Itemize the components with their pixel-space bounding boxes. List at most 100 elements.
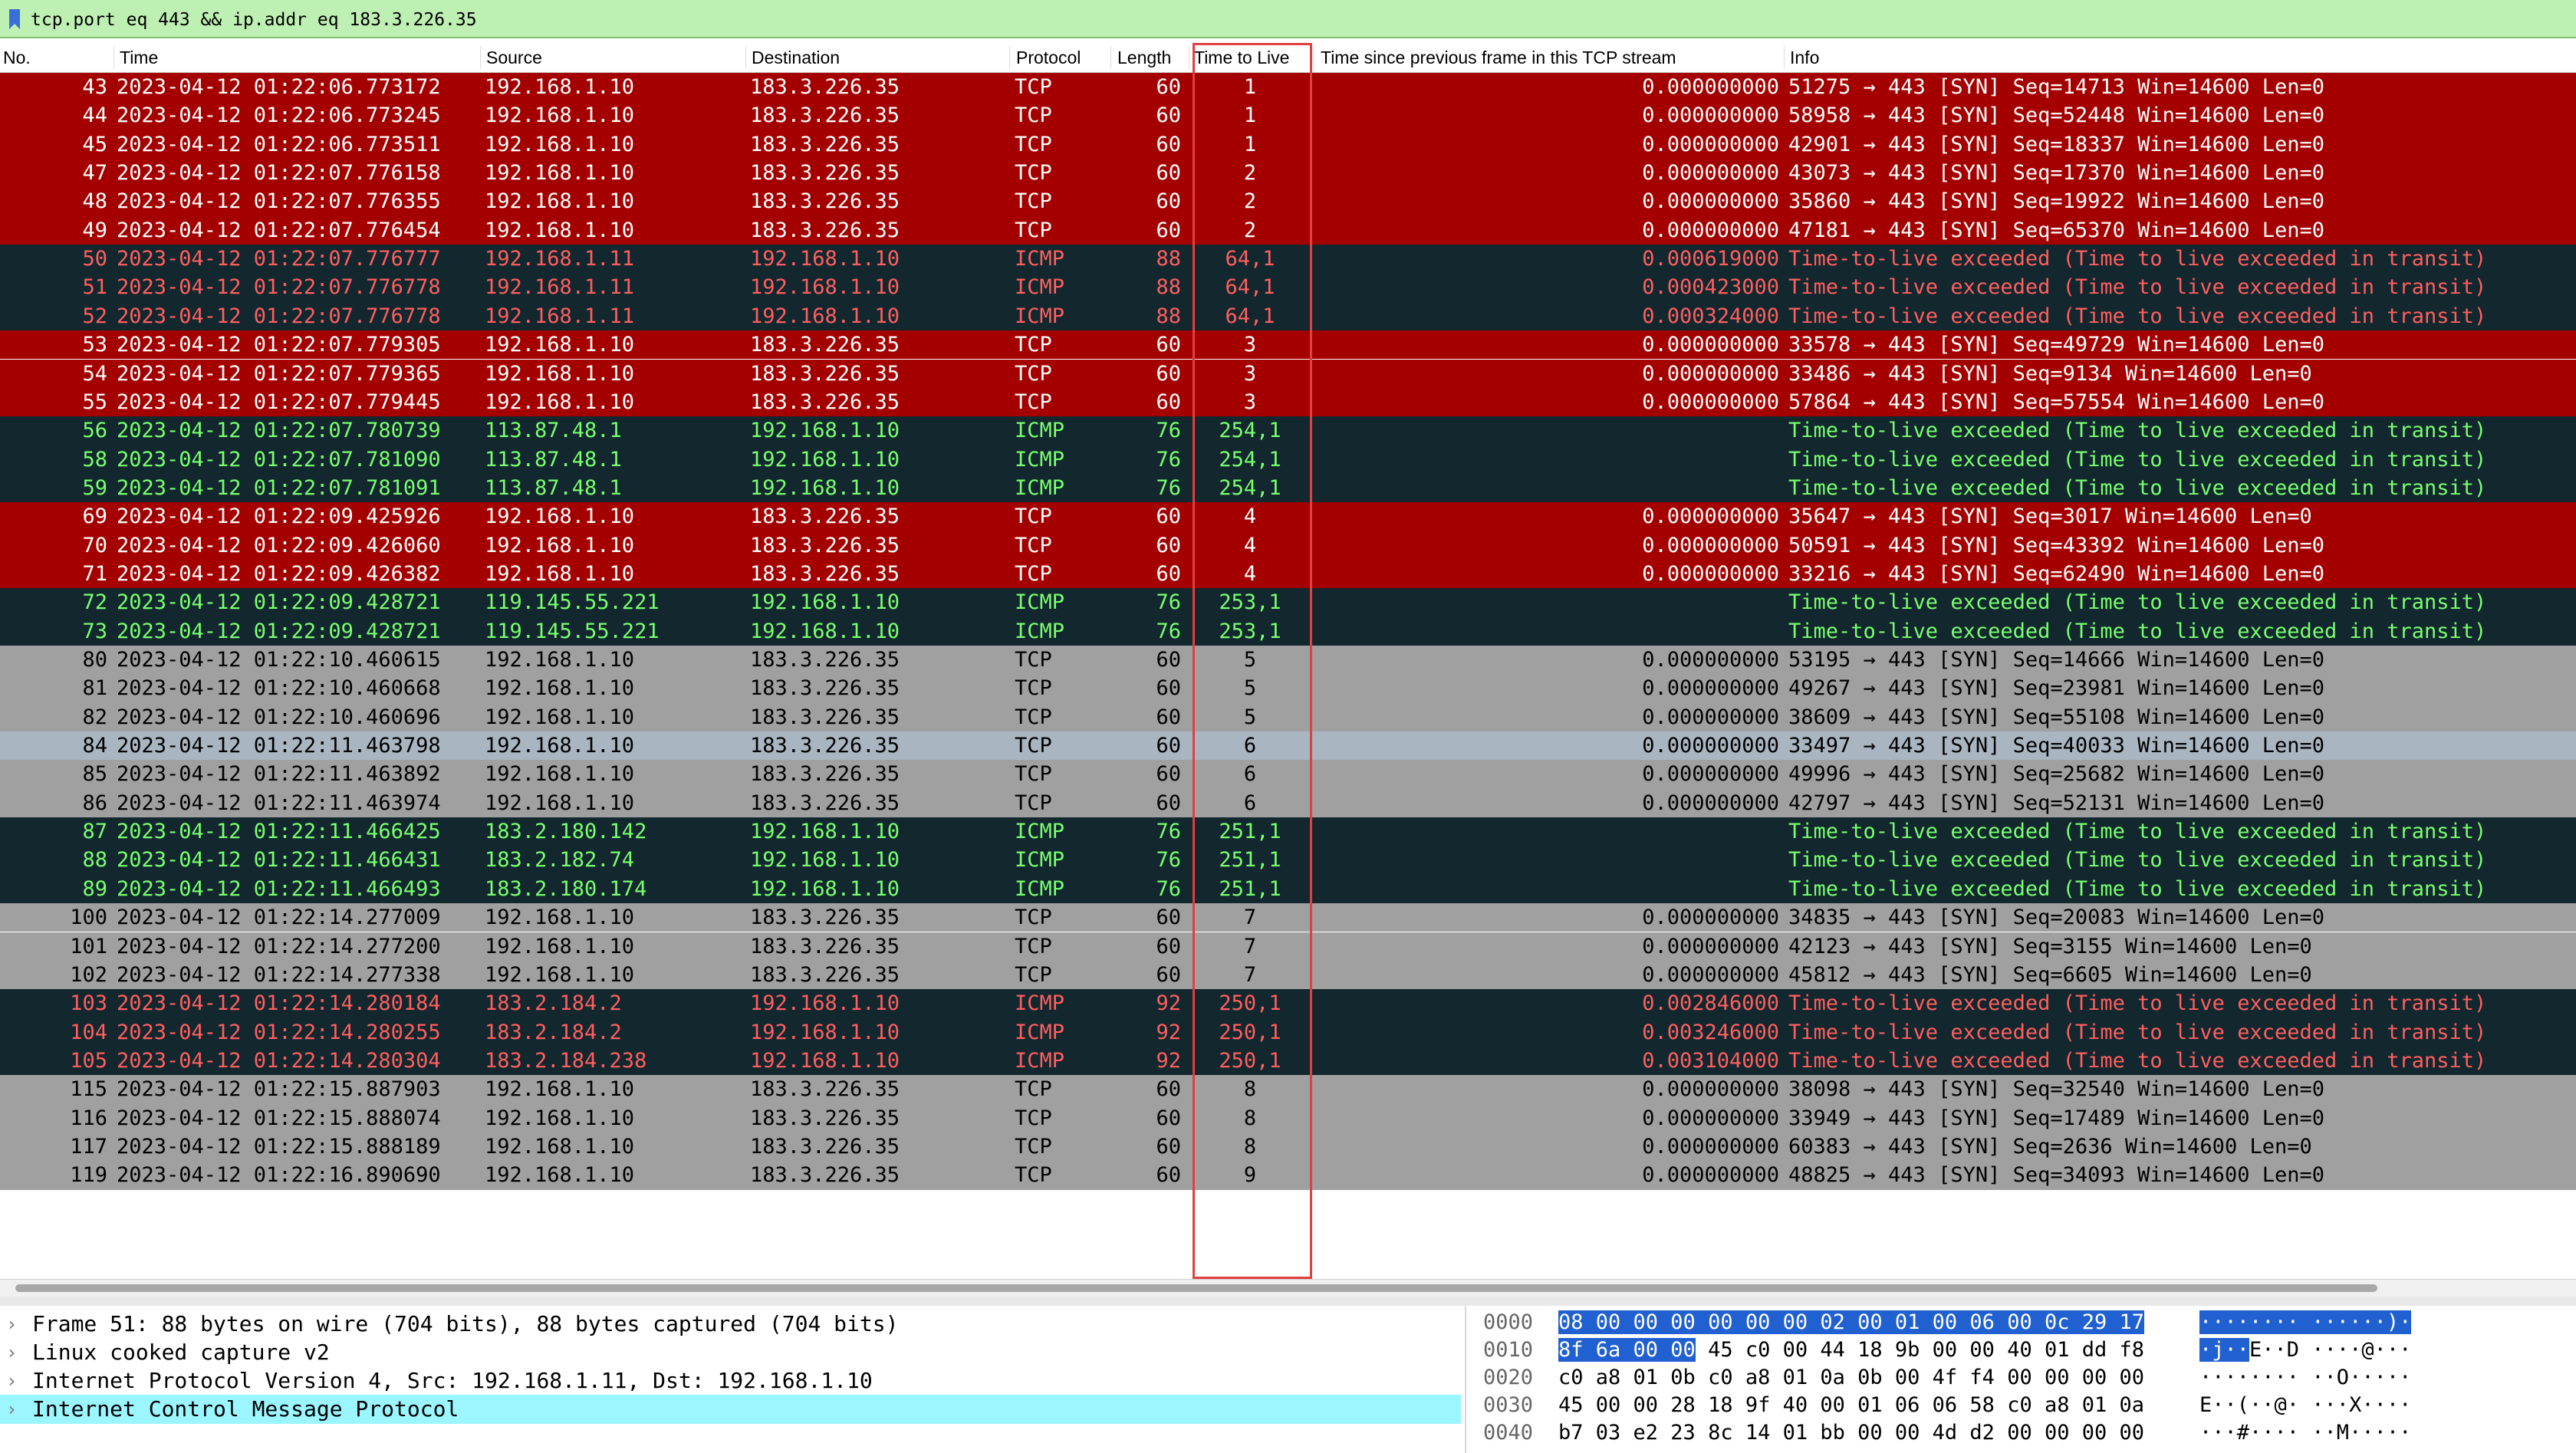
packet-row[interactable]: 102 2023-04-12 01:22:14.277338 192.168.1.1… bbox=[0, 960, 2576, 990]
column-header-no[interactable]: No. bbox=[3, 48, 31, 68]
packet-row[interactable]: 71 2023-04-12 01:22:09.426382 192.168.1.10… bbox=[0, 559, 2576, 589]
ascii-bytes-plain[interactable]: E··D ····@··· bbox=[2249, 1338, 2411, 1362]
cell-length: 76 bbox=[1156, 848, 1181, 873]
cell-destination: 183.3.226.35 bbox=[750, 104, 900, 128]
column-header-protocol[interactable]: Protocol bbox=[1016, 48, 1081, 68]
packet-row[interactable]: 116 2023-04-12 01:22:15.888074 192.168.1.1… bbox=[0, 1103, 2576, 1132]
detail-tree-item[interactable]: › Frame 51: 88 bytes on wire (704 bits), … bbox=[0, 1310, 1461, 1339]
packet-row[interactable]: 52 2023-04-12 01:22:07.776778 192.168.1.11… bbox=[0, 301, 2576, 331]
scrollbar-thumb[interactable] bbox=[15, 1284, 2377, 1292]
packet-row[interactable]: 104 2023-04-12 01:22:14.280255 183.2.184.2… bbox=[0, 1017, 2576, 1047]
packet-row[interactable]: 50 2023-04-12 01:22:07.776777 192.168.1.11… bbox=[0, 245, 2576, 274]
cell-source: 192.168.1.10 bbox=[485, 218, 635, 242]
hex-bytes[interactable]: b7 03 e2 23 8c 14 01 bb 00 00 4d d2 00 0… bbox=[1558, 1419, 2144, 1447]
ascii-bytes[interactable]: ········ ······)· bbox=[2199, 1309, 2412, 1336]
packet-row[interactable]: 80 2023-04-12 01:22:10.460615 192.168.1.10… bbox=[0, 646, 2576, 675]
packet-row[interactable]: 58 2023-04-12 01:22:07.781090 113.87.48.1 1… bbox=[0, 445, 2576, 474]
hex-bytes[interactable]: 45 00 00 28 18 9f 40 00 01 06 06 58 c0 a… bbox=[1558, 1392, 2144, 1419]
packet-row[interactable]: 69 2023-04-12 01:22:09.425926 192.168.1.10… bbox=[0, 502, 2576, 531]
detail-tree-item[interactable]: › Linux cooked capture v2 bbox=[0, 1338, 1461, 1367]
cell-time: 2023-04-12 01:22:07.776777 bbox=[117, 247, 441, 271]
expand-chevron-icon[interactable]: › bbox=[6, 1395, 17, 1424]
packet-row[interactable]: 53 2023-04-12 01:22:07.779305 192.168.1.10… bbox=[0, 330, 2576, 360]
column-header-ttl[interactable]: Time to Live bbox=[1194, 48, 1289, 68]
packet-row[interactable]: 51 2023-04-12 01:22:07.776778 192.168.1.11… bbox=[0, 273, 2576, 302]
hex-bytes-plain[interactable]: b7 03 e2 23 8c 14 01 bb 00 00 4d d2 00 0… bbox=[1558, 1421, 2144, 1445]
packet-row[interactable]: 119 2023-04-12 01:22:16.890690 192.168.1.1… bbox=[0, 1161, 2576, 1190]
display-filter-input[interactable] bbox=[29, 5, 2563, 35]
cell-destination: 183.3.226.35 bbox=[750, 132, 900, 156]
packet-row[interactable]: 59 2023-04-12 01:22:07.781091 113.87.48.1 1… bbox=[0, 473, 2576, 503]
cell-source: 192.168.1.10 bbox=[485, 791, 635, 815]
hex-bytes-highlighted[interactable]: 08 00 00 00 00 00 00 02 00 01 00 06 00 0… bbox=[1558, 1310, 2145, 1334]
packet-row[interactable]: 115 2023-04-12 01:22:15.887903 192.168.1.1… bbox=[0, 1075, 2576, 1104]
cell-time: 2023-04-12 01:22:14.277338 bbox=[117, 962, 441, 987]
ascii-bytes-plain[interactable]: E··(··@· ···X···· bbox=[2199, 1393, 2411, 1417]
bookmark-icon[interactable] bbox=[8, 8, 21, 31]
cell-info: Time-to-live exceeded (Time to live exce… bbox=[1788, 275, 2487, 300]
packet-row[interactable]: 103 2023-04-12 01:22:14.280184 183.2.184.2… bbox=[0, 989, 2576, 1018]
expand-chevron-icon[interactable]: › bbox=[6, 1366, 17, 1395]
packet-row[interactable]: 84 2023-04-12 01:22:11.463798 192.168.1.10… bbox=[0, 731, 2576, 761]
column-header-time-since-previous[interactable]: Time since previous frame in this TCP st… bbox=[1321, 48, 1676, 68]
hex-bytes[interactable]: c0 a8 01 0b c0 a8 01 0a 0b 00 4f f4 00 0… bbox=[1558, 1364, 2144, 1392]
ascii-bytes-plain[interactable]: ········ ··O····· bbox=[2199, 1366, 2411, 1389]
packet-row[interactable]: 44 2023-04-12 01:22:06.773245 192.168.1.10… bbox=[0, 101, 2576, 130]
detail-tree-item[interactable]: › Internet Control Message Protocol bbox=[0, 1395, 1461, 1424]
detail-tree-item[interactable]: › Internet Protocol Version 4, Src: 192.1… bbox=[0, 1366, 1461, 1395]
packet-row[interactable]: 105 2023-04-12 01:22:14.280304 183.2.184.2… bbox=[0, 1046, 2576, 1076]
column-header-info[interactable]: Info bbox=[1790, 48, 1819, 68]
packet-row[interactable]: 117 2023-04-12 01:22:15.888189 192.168.1.1… bbox=[0, 1132, 2576, 1162]
packet-row[interactable]: 48 2023-04-12 01:22:07.776355 192.168.1.10… bbox=[0, 187, 2576, 216]
packet-row[interactable]: 72 2023-04-12 01:22:09.428721 119.145.55.2… bbox=[0, 588, 2576, 617]
packet-row[interactable]: 54 2023-04-12 01:22:07.779365 192.168.1.10… bbox=[0, 359, 2576, 388]
pane-divider[interactable] bbox=[0, 1297, 2576, 1306]
expand-chevron-icon[interactable]: › bbox=[6, 1310, 17, 1339]
packet-row[interactable]: 86 2023-04-12 01:22:11.463974 192.168.1.10… bbox=[0, 788, 2576, 818]
packet-row[interactable]: 100 2023-04-12 01:22:14.277009 192.168.1.1… bbox=[0, 903, 2576, 932]
packet-row[interactable]: 85 2023-04-12 01:22:11.463892 192.168.1.10… bbox=[0, 760, 2576, 789]
packet-row[interactable]: 73 2023-04-12 01:22:09.428721 119.145.55.2… bbox=[0, 616, 2576, 646]
packet-row[interactable]: 49 2023-04-12 01:22:07.776454 192.168.1.10… bbox=[0, 215, 2576, 245]
cell-time-delta: 0.000000000 bbox=[1642, 75, 1779, 99]
packet-row[interactable]: 82 2023-04-12 01:22:10.460696 192.168.1.10… bbox=[0, 702, 2576, 732]
cell-time: 2023-04-12 01:22:14.280255 bbox=[117, 1020, 441, 1044]
packet-row[interactable]: 45 2023-04-12 01:22:06.773511 192.168.1.10… bbox=[0, 130, 2576, 159]
column-header-time[interactable]: Time bbox=[120, 48, 158, 68]
ascii-bytes-highlighted[interactable]: ········ ······)· bbox=[2199, 1310, 2412, 1334]
hex-bytes-highlighted[interactable]: 8f 6a 00 00 bbox=[1558, 1338, 1696, 1362]
hex-bytes-plain[interactable]: 45 00 00 28 18 9f 40 00 01 06 06 58 c0 a… bbox=[1558, 1393, 2144, 1417]
packet-list-scrollbar[interactable] bbox=[0, 1279, 2576, 1297]
expand-chevron-icon[interactable]: › bbox=[6, 1338, 17, 1367]
packet-row[interactable]: 56 2023-04-12 01:22:07.780739 113.87.48.1 1… bbox=[0, 416, 2576, 445]
hex-bytes[interactable]: 08 00 00 00 00 00 00 02 00 01 00 06 00 0… bbox=[1558, 1309, 2145, 1336]
packet-row[interactable]: 81 2023-04-12 01:22:10.460668 192.168.1.10… bbox=[0, 674, 2576, 703]
hex-bytes[interactable]: 8f 6a 00 00 45 c0 00 44 18 9b 00 00 40 0… bbox=[1558, 1336, 2144, 1364]
column-header-source[interactable]: Source bbox=[486, 48, 542, 68]
cell-protocol: ICMP bbox=[1015, 475, 1065, 500]
cell-source: 192.168.1.10 bbox=[485, 762, 635, 787]
ascii-bytes[interactable]: ········ ··O····· bbox=[2199, 1364, 2411, 1392]
hex-bytes-plain[interactable]: 45 c0 00 44 18 9b 00 00 40 01 dd f8 bbox=[1696, 1338, 2144, 1362]
packet-row[interactable]: 43 2023-04-12 01:22:06.773172 192.168.1.10… bbox=[0, 73, 2576, 102]
cell-no: 58 bbox=[82, 447, 107, 472]
ascii-bytes-highlighted[interactable]: ·j·· bbox=[2199, 1338, 2250, 1362]
ascii-bytes-plain[interactable]: ···#···· ··M····· bbox=[2199, 1421, 2411, 1445]
cell-protocol: ICMP bbox=[1015, 820, 1065, 844]
packet-row[interactable]: 89 2023-04-12 01:22:11.466493 183.2.180.17… bbox=[0, 874, 2576, 904]
packet-row[interactable]: 55 2023-04-12 01:22:07.779445 192.168.1.10… bbox=[0, 387, 2576, 417]
packet-row[interactable]: 101 2023-04-12 01:22:14.277200 192.168.1.1… bbox=[0, 932, 2576, 961]
cell-length: 76 bbox=[1156, 590, 1181, 615]
ascii-bytes[interactable]: ···#···· ··M····· bbox=[2199, 1419, 2411, 1447]
packet-row[interactable]: 87 2023-04-12 01:22:11.466425 183.2.180.14… bbox=[0, 817, 2576, 846]
column-header-destination[interactable]: Destination bbox=[752, 48, 840, 68]
packet-row[interactable]: 88 2023-04-12 01:22:11.466431 183.2.182.74… bbox=[0, 846, 2576, 875]
hex-bytes-plain[interactable]: c0 a8 01 0b c0 a8 01 0a 0b 00 4f f4 00 0… bbox=[1558, 1366, 2144, 1389]
column-header-length[interactable]: Length bbox=[1117, 48, 1171, 68]
ascii-bytes[interactable]: E··(··@· ···X···· bbox=[2199, 1392, 2411, 1419]
ascii-bytes[interactable]: ·j··E··D ····@··· bbox=[2199, 1336, 2411, 1364]
cell-no: 72 bbox=[82, 590, 107, 615]
packet-row[interactable]: 47 2023-04-12 01:22:07.776158 192.168.1.10… bbox=[0, 159, 2576, 188]
packet-row[interactable]: 70 2023-04-12 01:22:09.426060 192.168.1.10… bbox=[0, 531, 2576, 560]
cell-source: 192.168.1.10 bbox=[485, 390, 635, 414]
